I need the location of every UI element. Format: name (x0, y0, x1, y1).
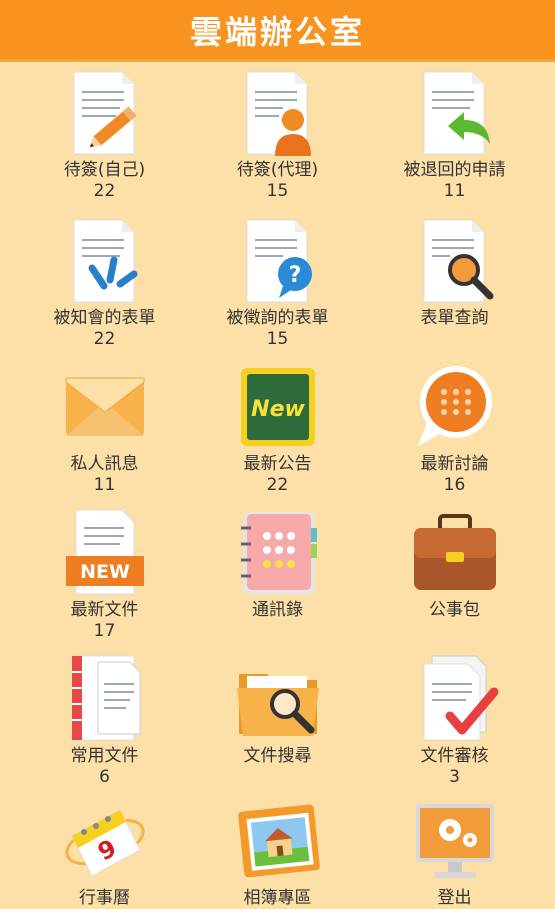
envelope-icon (65, 377, 144, 436)
tile-count: 15 (266, 329, 289, 349)
binder-document-icon (71, 655, 140, 741)
tile-pending-self[interactable]: 待簽(自己) 22 (12, 68, 197, 201)
photo-album-icon (237, 804, 320, 878)
tile-calendar[interactable]: 9 行事曆 (12, 796, 197, 909)
tile-label: 最新公告 (243, 454, 312, 474)
tile-pending-proxy[interactable]: 待簽(代理) 15 (185, 68, 370, 201)
app-title: 雲端辦公室 (189, 12, 365, 51)
new-document-icon: NEW (65, 509, 144, 595)
address-book-icon (240, 512, 317, 594)
tile-form-query[interactable]: 表單查詢 (362, 216, 547, 329)
tile-label: 公事包 (429, 600, 480, 620)
tile-label: 登出 (437, 888, 472, 908)
tile-label: 被退回的申請 (403, 160, 506, 180)
tile-label: 最新文件 (70, 600, 139, 620)
tile-logout[interactable]: 登出 (362, 796, 547, 909)
tile-count: 6 (99, 767, 110, 787)
doc-question-icon: ? (246, 219, 312, 303)
tile-latest-announcements[interactable]: New 最新公告 22 (185, 362, 370, 495)
chat-bubble-icon (417, 366, 492, 446)
tile-document-review[interactable]: 文件審核 3 (362, 654, 547, 787)
tile-latest-documents[interactable]: NEW 最新文件 17 (12, 508, 197, 641)
tile-count: 11 (93, 475, 116, 495)
tile-common-documents[interactable]: 常用文件 6 (12, 654, 197, 787)
tile-label: 最新討論 (420, 454, 489, 474)
menu-grid: 待簽(自己) 22 待簽(代理) 15 被退回的申請 11 被知會的表單 22 … (0, 62, 555, 908)
logout-monitor-icon (415, 804, 494, 878)
tile-label: 被知會的表單 (53, 308, 156, 328)
tile-label: 文件搜尋 (243, 746, 312, 766)
doc-return-arrow-icon (423, 71, 490, 155)
tile-label: 相簿專區 (243, 888, 312, 908)
svg-text:?: ? (288, 263, 301, 288)
tile-private-messages[interactable]: 私人訊息 11 (12, 362, 197, 495)
tile-address-book[interactable]: 通訊錄 (185, 508, 370, 621)
calendar-icon: 9 (64, 809, 145, 877)
doc-pencil-icon (73, 71, 136, 155)
svg-text:NEW: NEW (80, 561, 130, 583)
new-board-icon: New (240, 368, 315, 446)
tile-returned-applications[interactable]: 被退回的申請 11 (362, 68, 547, 201)
tile-count: 22 (93, 181, 116, 201)
tile-label: 私人訊息 (70, 454, 139, 474)
tile-label: 表單查詢 (420, 308, 489, 328)
tile-label: 文件審核 (420, 746, 489, 766)
tile-consulted-forms[interactable]: ? 被徵詢的表單 15 (185, 216, 370, 349)
doc-notify-icon (73, 219, 137, 303)
tile-label: 行事曆 (79, 888, 130, 908)
tile-document-search[interactable]: 文件搜尋 (185, 654, 370, 767)
tile-count: 22 (93, 329, 116, 349)
tile-label: 通訊錄 (252, 600, 303, 620)
tile-count: 22 (266, 475, 289, 495)
tile-count: 11 (443, 181, 466, 201)
doc-search-icon (423, 219, 493, 303)
svg-text:New: New (251, 397, 305, 422)
tile-label: 待簽(自己) (63, 160, 146, 180)
tile-count: 17 (93, 621, 116, 641)
tile-label: 被徵詢的表單 (226, 308, 329, 328)
tile-latest-discussions[interactable]: 最新討論 16 (362, 362, 547, 495)
doc-person-icon (246, 71, 311, 156)
tile-count: 15 (266, 181, 289, 201)
doc-check-icon (423, 655, 498, 741)
tile-briefcase[interactable]: 公事包 (362, 508, 547, 621)
tile-notified-forms[interactable]: 被知會的表單 22 (12, 216, 197, 349)
tile-photo-album[interactable]: 相簿專區 (185, 796, 370, 909)
app-header: 雲端辦公室 (0, 0, 555, 62)
tile-label: 常用文件 (70, 746, 139, 766)
tile-label: 待簽(代理) (236, 160, 319, 180)
briefcase-icon (413, 514, 496, 590)
tile-count: 16 (443, 475, 466, 495)
folder-search-icon (236, 674, 319, 736)
tile-count: 3 (449, 767, 460, 787)
